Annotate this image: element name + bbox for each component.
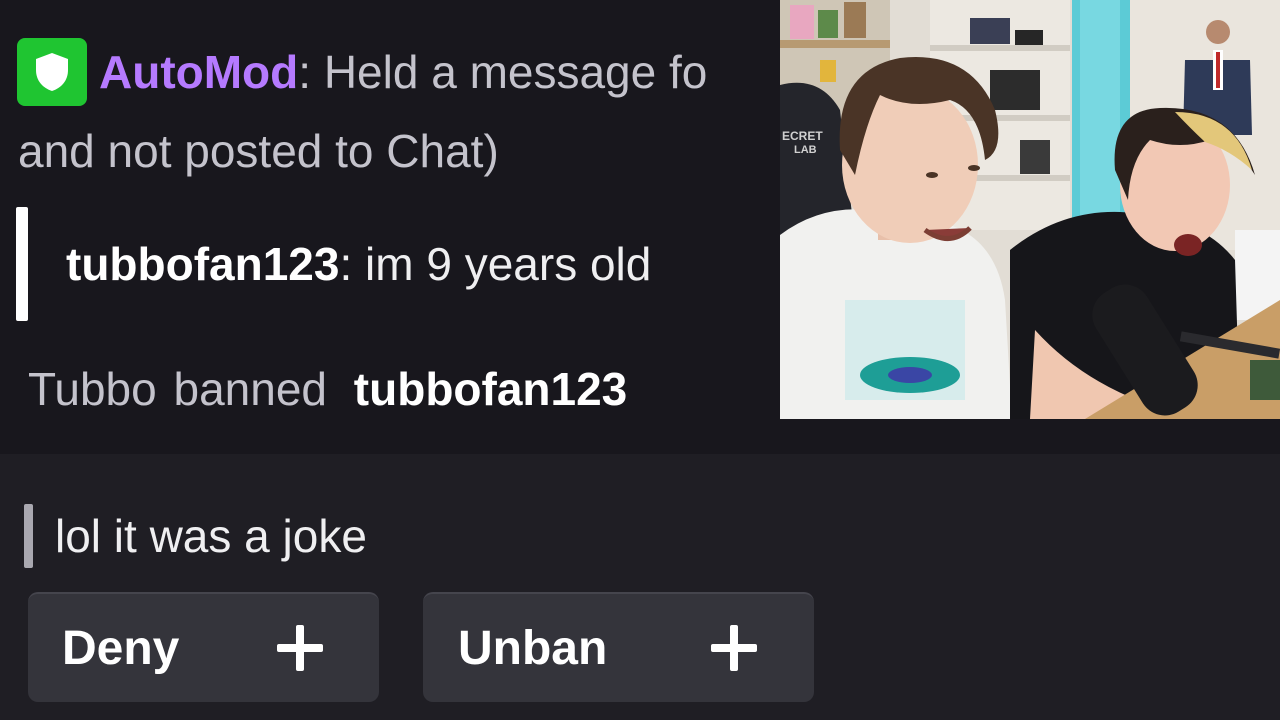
- unban-button-label: Unban: [458, 621, 608, 675]
- unban-request-reason: lol it was a joke: [24, 504, 367, 568]
- plus-icon: [711, 625, 757, 671]
- ban-target-username[interactable]: tubbofan123: [354, 363, 627, 415]
- unban-button[interactable]: Unban: [423, 592, 814, 702]
- automod-badge: [17, 38, 87, 106]
- automod-text-continued: and not posted to Chat): [18, 125, 499, 177]
- stream-screenshot: AutoMod : Held a message fo and not post…: [0, 0, 1280, 720]
- held-message: tubbofan123 : im 9 years old: [16, 207, 651, 321]
- automod-message: AutoMod : Held a message fo: [17, 38, 707, 106]
- ban-actor: Tubbo: [28, 363, 157, 415]
- ban-notice: Tubbo banned tubbofan123: [28, 362, 627, 416]
- unban-request-text: lol it was a joke: [55, 510, 367, 562]
- plus-icon: [277, 625, 323, 671]
- webcam-feed: ECRET LAB: [780, 0, 1280, 419]
- webcam-overlay: ECRET LAB: [780, 0, 1280, 419]
- svg-text:ECRET: ECRET: [782, 129, 823, 143]
- automod-text: : Held a message fo: [298, 46, 708, 98]
- quote-bar: [24, 504, 33, 568]
- ban-verb: banned: [173, 363, 328, 415]
- held-message-username[interactable]: tubbofan123: [66, 237, 339, 291]
- held-message-text: : im 9 years old: [339, 238, 652, 290]
- shield-icon: [36, 53, 68, 91]
- deny-button[interactable]: Deny: [28, 592, 379, 702]
- automod-name[interactable]: AutoMod: [99, 45, 298, 99]
- quote-bar: [16, 207, 28, 321]
- deny-button-label: Deny: [62, 621, 180, 675]
- svg-text:LAB: LAB: [794, 144, 817, 156]
